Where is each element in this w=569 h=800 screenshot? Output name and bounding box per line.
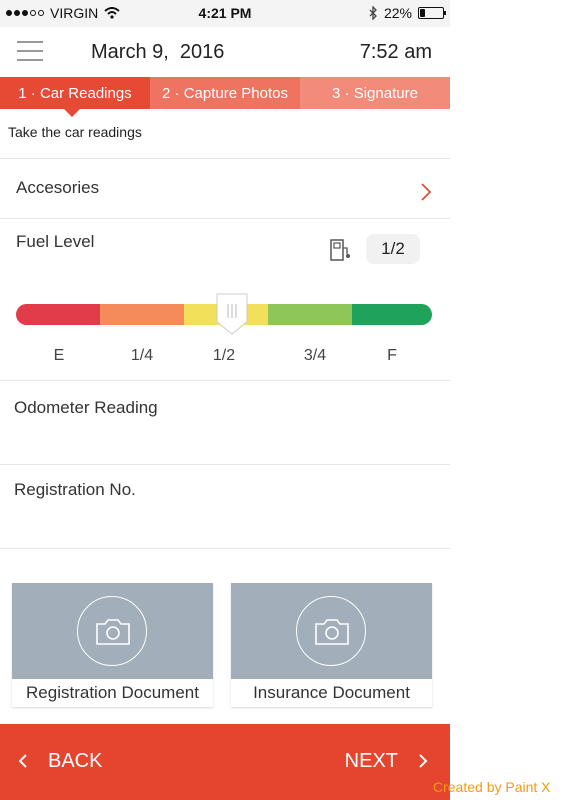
step-tabs: 1 · Car Readings 2 · Capture Photos 3 · …: [0, 77, 450, 117]
registration-label: Registration No.: [14, 480, 136, 499]
tab-capture-photos[interactable]: 2 · Capture Photos: [150, 77, 300, 109]
chevron-left-icon: [18, 754, 27, 768]
fuel-level-label: Fuel Level: [16, 232, 95, 251]
battery-icon: [418, 7, 446, 19]
header: March 9, 2016 7:52 am: [0, 27, 450, 77]
status-right: 22%: [368, 5, 446, 21]
battery-fill: [420, 9, 425, 17]
camera-button[interactable]: [296, 596, 366, 666]
fuel-tick-empty: E: [53, 347, 65, 364]
tab-signature[interactable]: 3 · Signature: [300, 77, 450, 109]
bluetooth-icon: [369, 6, 377, 20]
registration-document-card[interactable]: Registration Document: [12, 583, 213, 707]
app-screen: VIRGIN 4:21 PM 22% March 9, 2016 7:52 am…: [0, 0, 450, 800]
accessories-row[interactable]: Accesories: [16, 178, 450, 218]
fuel-tick-three-quarter: 3/4: [303, 347, 327, 364]
registration-document-label: Registration Document: [26, 683, 199, 702]
watermark: Created by Paint X: [433, 779, 551, 795]
camera-icon: [315, 619, 349, 645]
divider: [0, 218, 450, 219]
header-date: March 9, 2016: [91, 41, 225, 63]
hamburger-icon[interactable]: [17, 41, 43, 63]
insurance-photo-placeholder: [231, 583, 432, 679]
back-button-label: BACK: [48, 749, 103, 772]
fuel-level-value: 1/2: [366, 234, 420, 264]
status-bar: VIRGIN 4:21 PM 22%: [0, 0, 450, 27]
battery-percent: 22%: [383, 5, 412, 21]
divider: [0, 380, 450, 381]
page-subtitle: Take the car readings: [8, 124, 142, 140]
fuel-tick-half: 1/2: [212, 347, 236, 364]
tab-car-readings[interactable]: 1 · Car Readings: [0, 77, 150, 117]
insurance-document-label: Insurance Document: [253, 683, 410, 702]
next-button-label: NEXT: [344, 749, 398, 772]
header-time: 7:52 am: [359, 41, 432, 63]
fuel-tick-quarter: 1/4: [130, 347, 154, 364]
fuel-segment-empty: [16, 304, 100, 325]
divider: [0, 548, 450, 549]
back-button[interactable]: BACK: [18, 746, 102, 776]
divider: [0, 464, 450, 465]
fuel-slider-handle[interactable]: [214, 292, 250, 336]
camera-button[interactable]: [77, 596, 147, 666]
odometer-label: Odometer Reading: [14, 398, 158, 417]
fuel-segment-quarter: [100, 304, 184, 325]
registration-photo-placeholder: [12, 583, 213, 679]
accessories-label: Accesories: [16, 178, 100, 197]
chevron-right-icon[interactable]: [420, 182, 432, 202]
next-button[interactable]: NEXT: [345, 746, 428, 776]
divider: [0, 158, 450, 159]
chevron-right-icon: [419, 754, 428, 768]
fuel-tick-full: F: [387, 347, 397, 364]
fuel-pump-icon: [330, 239, 350, 261]
fuel-segment-full: [352, 304, 432, 325]
insurance-document-card[interactable]: Insurance Document: [231, 583, 432, 707]
camera-icon: [96, 619, 130, 645]
footer-bar: BACK NEXT: [0, 724, 450, 800]
registration-field[interactable]: Registration No.: [14, 480, 434, 540]
fuel-segment-three-quarter: [268, 304, 352, 325]
odometer-field[interactable]: Odometer Reading: [14, 398, 434, 458]
